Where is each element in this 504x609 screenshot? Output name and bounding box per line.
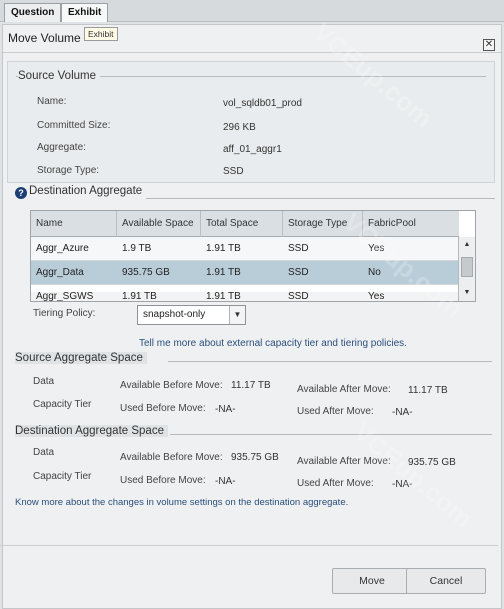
cell-fabricpool: No (368, 267, 381, 278)
source-avail-before-label: Available Before Move: (120, 380, 223, 391)
cell-available: 1.9 TB (122, 243, 152, 254)
cancel-button[interactable]: Cancel (406, 568, 486, 594)
table-row[interactable]: Aggr_Azure 1.9 TB 1.91 TB SSD Yes (31, 237, 459, 261)
exhibit-tooltip: Exhibit (84, 27, 118, 41)
cell-name: Aggr_Azure (36, 243, 89, 254)
volume-settings-link[interactable]: Know more about the changes in volume se… (15, 497, 348, 508)
close-icon[interactable]: ✕ (483, 39, 495, 51)
source-used-before-value: -NA- (215, 404, 236, 415)
name-label: Name: (37, 96, 67, 107)
section-divider (170, 434, 492, 435)
source-used-after-label: Used After Move: (297, 406, 374, 417)
table-row[interactable]: Aggr_SGWS 1.91 TB 1.91 TB SSD Yes (31, 292, 459, 302)
source-aggregate-space-title: Source Aggregate Space (15, 352, 147, 364)
tiering-policy-select[interactable]: snapshot-only ▼ (137, 305, 246, 325)
cell-storage: SSD (288, 267, 309, 278)
col-total-space[interactable]: Total Space (201, 211, 283, 237)
tab-question[interactable]: Question (4, 3, 62, 22)
tab-exhibit[interactable]: Exhibit (61, 3, 109, 22)
dialog-title: Move Volume (8, 31, 81, 45)
cell-fabricpool: Yes (368, 243, 385, 254)
aggregate-table: Name Available Space Total Space Storage… (30, 210, 476, 302)
cell-storage: SSD (288, 292, 309, 302)
table-scrollbar[interactable]: ▲ ▼ (458, 237, 475, 301)
destination-aggregate-space-title: Destination Aggregate Space (15, 425, 168, 437)
cell-name: Aggr_Data (36, 267, 84, 278)
dest-used-after-label: Used After Move: (297, 478, 374, 489)
dest-capacity-tier-label: Capacity Tier (33, 471, 92, 482)
dest-avail-before-label: Available Before Move: (120, 452, 223, 463)
cell-total: 1.91 TB (206, 243, 241, 254)
help-icon[interactable]: ? (15, 187, 27, 199)
storage-type-value: SSD (223, 166, 244, 177)
section-divider (168, 361, 492, 362)
dest-data-label: Data (33, 447, 55, 458)
tiering-policy-label: Tiering Policy: (33, 308, 96, 319)
dest-used-before-value: -NA- (215, 476, 236, 487)
dest-avail-before-value: 935.75 GB (231, 452, 279, 463)
cell-storage: SSD (288, 243, 309, 254)
destination-aggregate-label: Destination Aggregate (29, 185, 143, 197)
cell-name: Aggr_SGWS (36, 292, 94, 302)
aggregate-label: Aggregate: (37, 142, 86, 153)
aggregate-value: aff_01_aggr1 (223, 144, 282, 155)
col-available-space[interactable]: Available Space (117, 211, 201, 237)
dest-used-before-label: Used Before Move: (120, 475, 206, 486)
source-volume-title: Source Volume (18, 70, 100, 82)
col-storage-type[interactable]: Storage Type (283, 211, 363, 237)
cell-fabricpool: Yes (368, 292, 385, 302)
chevron-down-icon[interactable]: ▼ (229, 306, 245, 324)
committed-size-label: Committed Size: (37, 120, 111, 131)
col-fabricpool[interactable]: FabricPool (363, 211, 459, 237)
title-divider (3, 52, 501, 53)
committed-size-value: 296 KB (223, 122, 256, 133)
source-avail-after-label: Available After Move: (297, 384, 391, 395)
source-avail-after-value: 11.17 TB (408, 385, 448, 396)
table-header: Name Available Space Total Space Storage… (31, 211, 459, 237)
tab-bar: Question Exhibit (0, 0, 504, 22)
scroll-down-icon[interactable]: ▼ (461, 287, 473, 299)
dest-used-after-value: -NA- (392, 479, 413, 490)
dest-avail-after-value: 935.75 GB (408, 457, 456, 468)
source-volume-section: Source Volume Name: vol_sqldb01_prod Com… (7, 61, 495, 183)
destination-aggregate-title: ? Destination Aggregate (15, 185, 147, 199)
footer-divider (0, 545, 498, 546)
tiering-policy-value: snapshot-only (143, 309, 206, 320)
tiering-info-link[interactable]: Tell me more about external capacity tie… (139, 338, 407, 349)
source-used-after-value: -NA- (392, 407, 413, 418)
scroll-up-icon[interactable]: ▲ (461, 239, 473, 251)
source-used-before-label: Used Before Move: (120, 403, 206, 414)
source-avail-before-value: 11.17 TB (231, 380, 271, 391)
scroll-thumb[interactable] (461, 257, 473, 277)
cell-available: 1.91 TB (122, 292, 157, 302)
table-row-selected[interactable]: Aggr_Data 935.75 GB 1.91 TB SSD No (31, 261, 459, 285)
storage-type-label: Storage Type: (37, 165, 100, 176)
source-data-label: Data (33, 376, 55, 387)
cell-available: 935.75 GB (122, 267, 170, 278)
dest-avail-after-label: Available After Move: (297, 456, 391, 467)
source-capacity-tier-label: Capacity Tier (33, 399, 92, 410)
cell-total: 1.91 TB (206, 292, 241, 302)
move-button[interactable]: Move (332, 568, 412, 594)
name-value: vol_sqldb01_prod (223, 98, 302, 109)
cell-total: 1.91 TB (206, 267, 241, 278)
col-name[interactable]: Name (31, 211, 117, 237)
